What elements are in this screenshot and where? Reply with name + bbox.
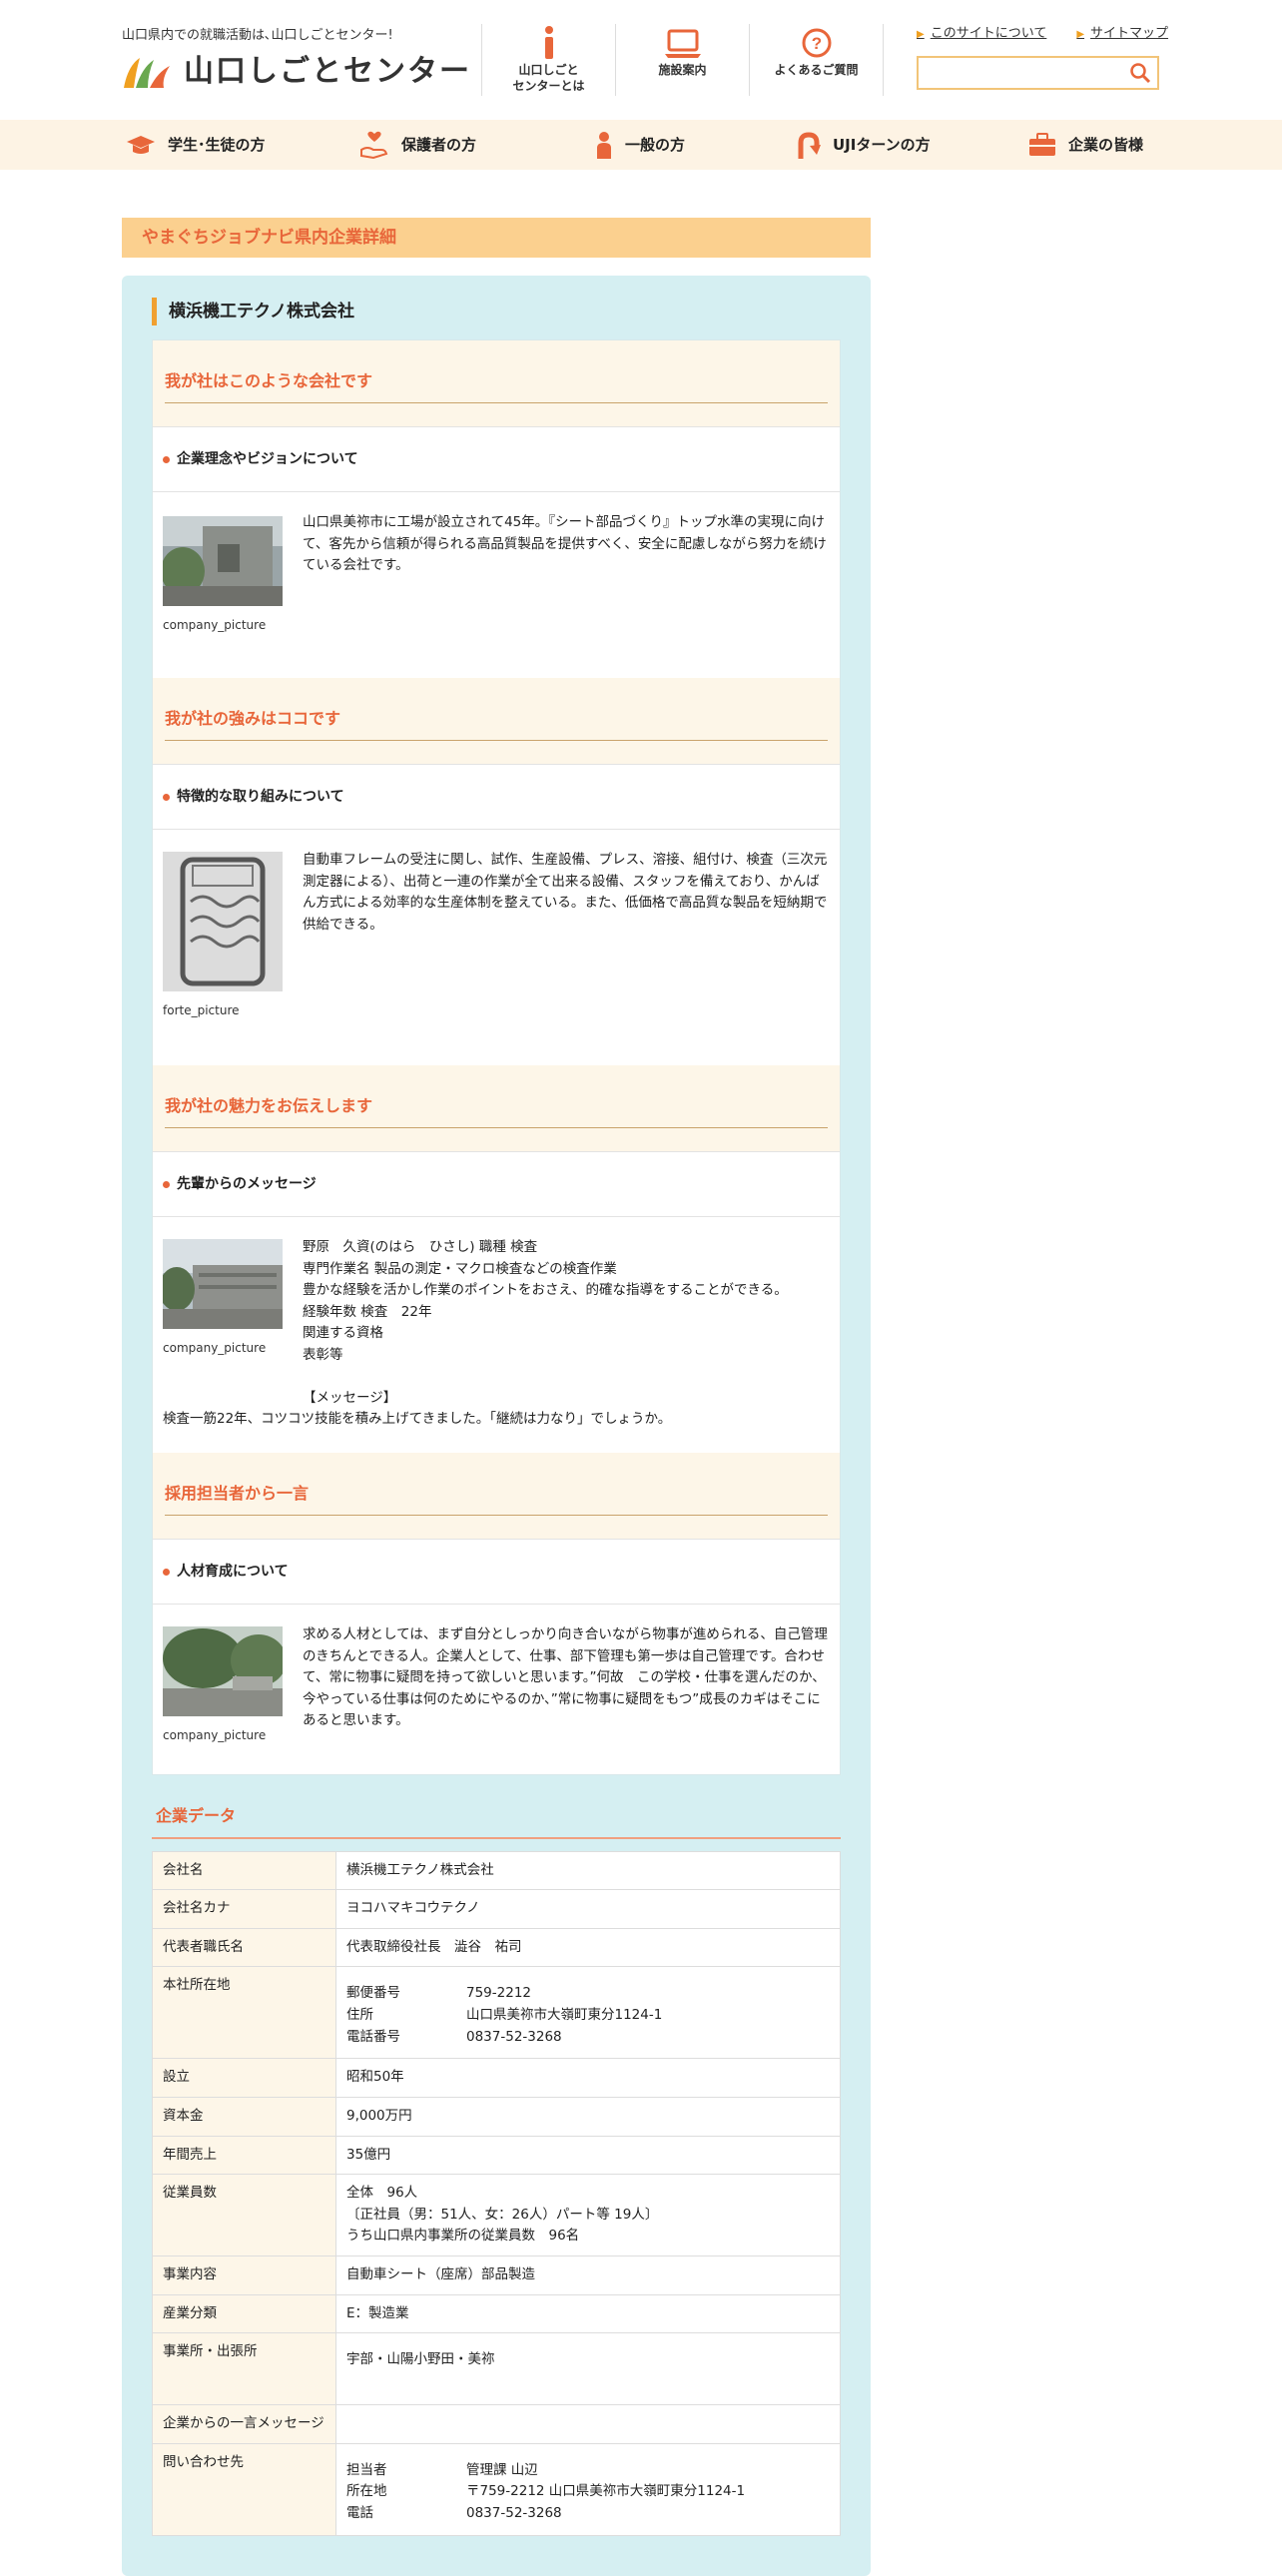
- forte-picture: forte_picture: [163, 852, 283, 1020]
- section-text: 山口県美祢市に工場が設立されて45年。『シート部品づくり』トップ水準の実現に向け…: [303, 514, 827, 574]
- table-row: 本社所在地 郵便番号 759-2212 住所 山口県美祢市大嶺町東分1124-1 電…: [152, 1966, 841, 2060]
- logo-mark-icon: [122, 54, 172, 90]
- factory-photo: [159, 1239, 283, 1329]
- svg-text:?: ?: [811, 34, 821, 53]
- nav-faq-label: よくあるご質問: [774, 63, 859, 77]
- section-body: company_picture 山口県美祢市に工場が設立されて45年。『シート部…: [153, 492, 840, 678]
- person-icon: [595, 131, 613, 159]
- company-sections: 我が社はこのような会社です 企業理念やビジョンについて company_pict…: [152, 339, 841, 1775]
- hand-heart-icon: [359, 130, 389, 160]
- table-row: 会社名カナ ヨコハマキコウテクノ: [152, 1889, 841, 1929]
- section-text: 自動車フレームの受注に関し、試作、生産設備、プレス、溶接、組付け、検査（三次元測…: [303, 852, 828, 933]
- company-name: 横浜機工テクノ株式会社: [152, 298, 841, 325]
- company-picture: company_picture: [161, 516, 283, 635]
- bullet-dot-icon: [163, 1568, 170, 1576]
- table-row: 従業員数 全体 96人 〔正社員（男：51人、女：26人）パート等 19人〕 う…: [152, 2174, 841, 2256]
- laptop-icon: [616, 24, 749, 62]
- gnav-parents[interactable]: 保護者の方: [359, 120, 476, 170]
- graduation-cap-icon: [126, 134, 156, 156]
- nav-facility[interactable]: 施設案内: [615, 24, 749, 96]
- global-nav: 学生･生徒の方 保護者の方 一般の方 UJIターンの方 企業の皆様: [0, 120, 1282, 170]
- section-subheader: 特徴的な取り組みについて: [153, 764, 840, 830]
- site-header: 山口県内での就職活動は､山口しごとセンター! 山口しごとセンター 山口しごと セ…: [0, 0, 1282, 120]
- section-header: 我が社はこのような会社です: [153, 340, 840, 426]
- company-picture: company_picture: [163, 1626, 287, 1745]
- info-icon: [482, 24, 615, 62]
- section-header: 採用担当者から一言: [153, 1453, 840, 1539]
- table-row: 事業内容 自動車シート（座席）部品製造: [152, 2254, 841, 2295]
- link-about-site[interactable]: ▶ このサイトについて: [917, 24, 1046, 45]
- gnav-companies[interactable]: 企業の皆様: [1028, 120, 1143, 170]
- table-row: 資本金 9,000万円: [152, 2096, 841, 2137]
- senior-message-trailing: 検査一筋22年、コツコツ技能を積み上げてきました。「継続は力なり」でしょうか。: [163, 1411, 672, 1428]
- table-row: 事業所・出張所 宇部・山陽小野田・美祢: [152, 2332, 841, 2406]
- section-subheader: 先輩からのメッセージ: [153, 1151, 840, 1217]
- section-subheader: 人材育成について: [153, 1539, 840, 1605]
- utility-links: ▶ このサイトについて ▶ サイトマップ: [917, 24, 1168, 45]
- table-row: 代表者職氏名 代表取締役社長 澁谷 祐司: [152, 1927, 841, 1968]
- table-row: 年間売上 35億円: [152, 2135, 841, 2176]
- gnav-general[interactable]: 一般の方: [595, 120, 685, 170]
- table-row: 設立 昭和50年: [152, 2058, 841, 2098]
- section-header: 我が社の強みはココです: [153, 678, 840, 764]
- logo-text: 山口しごとセンター: [184, 54, 471, 89]
- section-body: company_picture 求める人材としては、まず自分としっかり向き合いな…: [153, 1605, 840, 1774]
- trees-photo: [163, 1626, 287, 1716]
- company-data-table: 会社名 横浜機工テクノ株式会社 会社名カナ ヨコハマキコウテクノ 代表者職氏名 代表取…: [152, 1850, 841, 2536]
- site-logo[interactable]: 山口しごとセンター: [122, 52, 471, 92]
- nav-faq[interactable]: ? よくあるご質問: [749, 24, 883, 96]
- nav-divider: [883, 24, 884, 96]
- company-picture: company_picture: [159, 1239, 283, 1358]
- nav-about[interactable]: 山口しごと センターとは: [481, 24, 615, 96]
- section-header: 我が社の魅力をお伝えします: [153, 1065, 840, 1151]
- building-photo: [161, 516, 283, 606]
- page-title: やまぐちジョブナビ県内企業詳細: [122, 218, 871, 258]
- table-row: 会社名 横浜機工テクノ株式会社: [152, 1850, 841, 1891]
- gnav-students[interactable]: 学生･生徒の方: [126, 120, 266, 170]
- section-text: 求める人材としては、まず自分としっかり向き合いながら物事が進められる、自己管理の…: [303, 1626, 828, 1729]
- bullet-dot-icon: [163, 793, 170, 801]
- table-row: 企業からの一言メッセージ: [152, 2404, 841, 2444]
- search-icon[interactable]: [1129, 62, 1151, 92]
- site-tagline: 山口県内での就職活動は､山口しごとセンター!: [122, 28, 393, 43]
- seat-frame-photo: [163, 852, 283, 991]
- section-body: forte_picture 自動車フレームの受注に関し、試作、生産設備、プレス、…: [153, 830, 840, 1065]
- bullet-dot-icon: [163, 1180, 170, 1188]
- bullet-dot-icon: [163, 455, 170, 463]
- table-row: 問い合わせ先 担当者 管理課 山辺 所在地 〒759-2212 山口県美祢市大嶺町東…: [152, 2442, 841, 2536]
- nav-about-label: 山口しごと センターとは: [512, 63, 585, 94]
- section-body: company_picture 野原 久資(のはら ひさし) 職種 検査 専門作…: [153, 1217, 840, 1453]
- search-box[interactable]: [917, 56, 1159, 90]
- gnav-uji-turn[interactable]: UJIターンの方: [795, 120, 931, 170]
- search-input[interactable]: [925, 58, 1124, 88]
- senior-message: 野原 久資(のはら ひさし) 職種 検査 専門作業名 製品の測定・マクロ検査など…: [303, 1239, 788, 1406]
- nav-facility-label: 施設案内: [658, 63, 707, 77]
- company-data-title: 企業データ: [152, 1803, 841, 1839]
- briefcase-icon: [1028, 133, 1056, 157]
- company-detail-card: 横浜機工テクノ株式会社 我が社はこのような会社です 企業理念やビジョンについて …: [122, 276, 871, 2576]
- section-subheader: 企業理念やビジョンについて: [153, 426, 840, 492]
- link-sitemap[interactable]: ▶ サイトマップ: [1076, 24, 1168, 45]
- main-content: やまぐちジョブナビ県内企業詳細 横浜機工テクノ株式会社 我が社はこのような会社で…: [122, 218, 871, 2576]
- table-row: 産業分類 E：製造業: [152, 2293, 841, 2334]
- question-icon: ?: [750, 24, 883, 62]
- u-turn-icon: [795, 131, 821, 159]
